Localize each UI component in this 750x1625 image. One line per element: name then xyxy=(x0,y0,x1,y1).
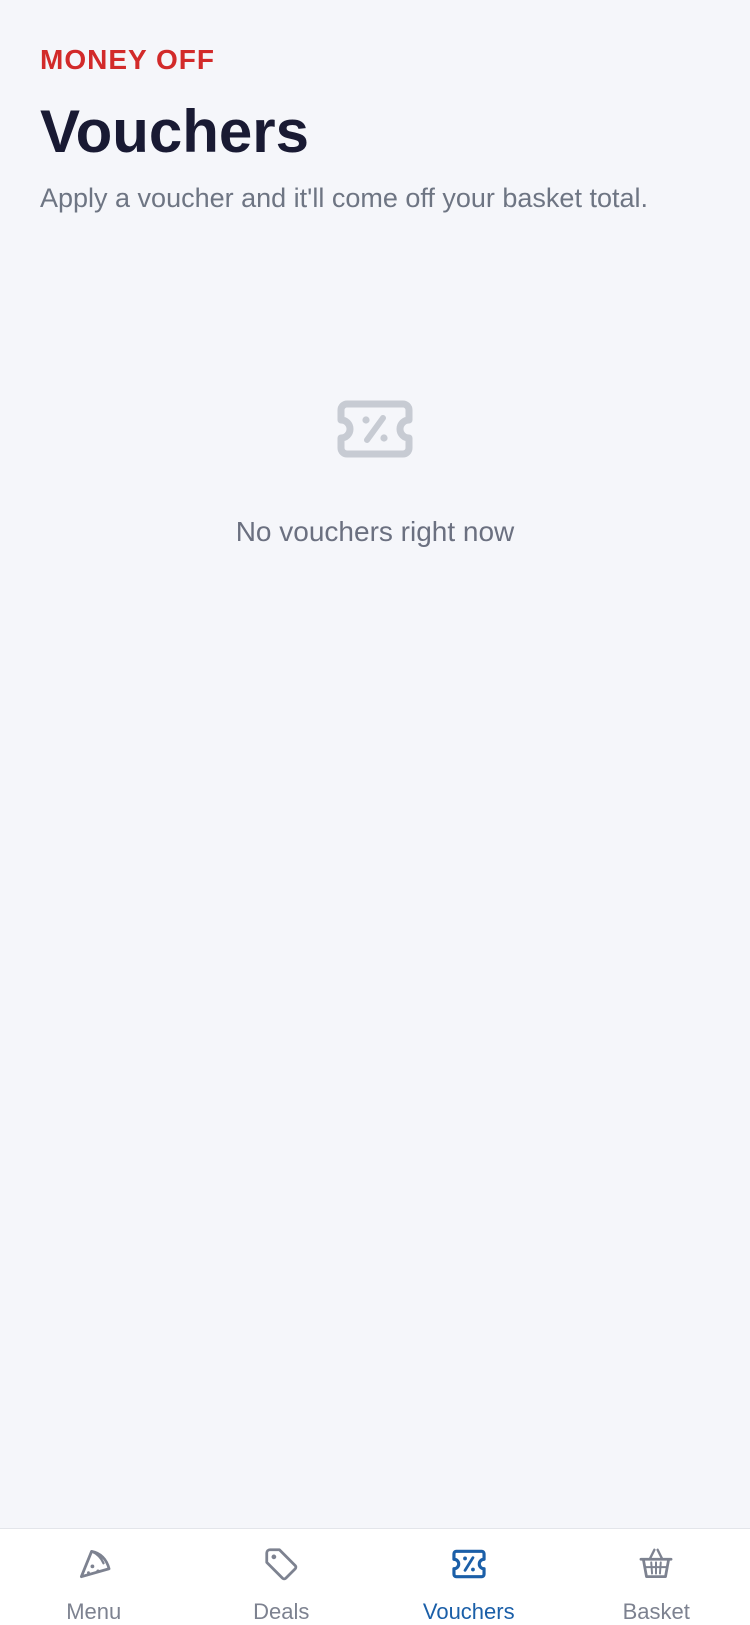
bottom-tab-bar: Menu Deals Vouchers Basket xyxy=(0,1528,750,1625)
tab-menu[interactable]: Menu xyxy=(0,1529,188,1625)
section-eyebrow: MONEY OFF xyxy=(40,40,720,80)
basket-icon xyxy=(632,1545,680,1583)
page-title: Vouchers xyxy=(40,96,720,168)
tab-label-basket: Basket xyxy=(623,1599,690,1625)
empty-state-message: No vouchers right now xyxy=(0,512,750,552)
voucher-icon xyxy=(335,398,415,460)
voucher-icon xyxy=(445,1545,493,1583)
page-subtitle: Apply a voucher and it'll come off your … xyxy=(40,178,720,218)
tag-icon xyxy=(257,1545,305,1583)
tab-label-deals: Deals xyxy=(253,1599,309,1625)
tab-label-menu: Menu xyxy=(66,1599,121,1625)
pizza-slice-icon xyxy=(70,1545,118,1583)
tab-basket[interactable]: Basket xyxy=(563,1529,750,1625)
page-header: MONEY OFF Vouchers Apply a voucher and i… xyxy=(40,40,720,218)
empty-state: No vouchers right now xyxy=(0,398,750,552)
tab-label-vouchers: Vouchers xyxy=(423,1599,515,1625)
tab-deals[interactable]: Deals xyxy=(188,1529,376,1625)
tab-vouchers[interactable]: Vouchers xyxy=(375,1529,563,1625)
